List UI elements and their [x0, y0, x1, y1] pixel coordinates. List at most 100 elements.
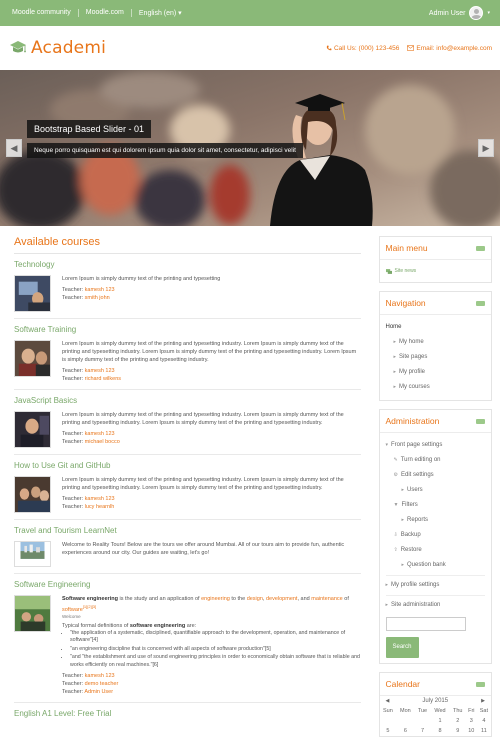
course-title[interactable]: Technology [14, 260, 361, 269]
block-main-menu: Main menu Site news [378, 236, 492, 283]
course-title[interactable]: Software Training [14, 325, 361, 334]
caret-icon: ▸ [393, 384, 397, 390]
course-thumbnail[interactable] [14, 411, 51, 448]
admin-restore[interactable]: ⇧ Restore [386, 543, 486, 558]
wiki-link[interactable]: engineering [201, 596, 230, 602]
slide-caption: Neque porro quisquam est qui dolorem ips… [27, 143, 303, 158]
course-teachers: Teacher: kamesh 123 Teacher: michael boc… [62, 431, 120, 445]
admin-turn-editing-on[interactable]: ✎ Turn editing on [386, 453, 486, 468]
forum-icon [385, 268, 392, 274]
slider-next-button[interactable]: ▶ [478, 139, 494, 157]
teacher-link[interactable]: smith john [85, 295, 110, 301]
link-moodle-community[interactable]: Moodle community [10, 9, 79, 17]
nav-site-pages[interactable]: ▸ Site pages [386, 350, 486, 365]
nav-my-courses[interactable]: ▸ My courses [386, 380, 486, 395]
course-thumbnail[interactable] [14, 595, 51, 632]
user-name: Admin User [428, 9, 466, 17]
course-item: JavaScript Basics Lorem Ipsum is simply … [14, 396, 361, 455]
user-menu[interactable]: Admin User ▾ [429, 6, 490, 20]
course-summary: Welcome to Reality Tours! Below are the … [62, 542, 345, 556]
block-collapse-icon[interactable] [476, 681, 485, 687]
site-logo[interactable]: Academi [8, 38, 106, 58]
top-nav: Moodle community Moodle.com English (en)… [10, 9, 189, 17]
course-teachers: Teacher: kamesh 123 Teacher: lucy hearnl… [62, 496, 115, 510]
admin-front-page-settings[interactable]: ▾ Front page settings [386, 438, 486, 453]
course-item: Technology Lorem Ipsum is simply dummy t… [14, 260, 361, 319]
nav-my-profile[interactable]: ▸ My profile [386, 365, 486, 380]
admin-backup[interactable]: ⇩ Backup [386, 528, 486, 543]
phone-icon [326, 45, 332, 51]
phone-contact: Call Us: (000) 123-456 [326, 45, 399, 52]
teacher-link[interactable]: kamesh 123 [85, 287, 115, 293]
block-administration: Administration ▾ Front page settings ✎ Tur… [378, 409, 492, 664]
admin-filters[interactable]: ▼ Filters [386, 498, 486, 513]
teacher-link[interactable]: michael bocco [85, 439, 120, 445]
restore-icon: ⇧ [393, 547, 398, 553]
chevron-left-icon: ◀ [10, 142, 18, 153]
teacher-link[interactable]: Admin User [84, 689, 113, 695]
main-area: Available courses Technology Lorem Ipsum… [0, 226, 500, 745]
caret-icon: ▸ [401, 562, 405, 568]
section-title: Available courses [14, 236, 361, 254]
admin-question-bank[interactable]: ▸ Question bank [386, 558, 486, 573]
course-thumbnail[interactable] [14, 541, 51, 567]
site-news-link[interactable]: Site news [385, 265, 486, 277]
wiki-link[interactable]: maintenance [311, 596, 343, 602]
gear-icon: ⚙ [393, 472, 398, 478]
contact-info: Call Us: (000) 123-456 Email: info@examp… [326, 45, 492, 52]
block-collapse-icon[interactable] [476, 300, 485, 306]
teacher-link[interactable]: kamesh 123 [85, 368, 115, 374]
course-teachers: Teacher: kamesh 123 Teacher: smith john [62, 287, 115, 301]
block-title: Main menu [385, 243, 428, 253]
admin-edit-settings[interactable]: ⚙ Edit settings [386, 468, 486, 483]
teacher-link[interactable]: kamesh 123 [85, 431, 115, 437]
block-collapse-icon[interactable] [476, 418, 485, 424]
link-moodle-com[interactable]: Moodle.com [79, 9, 132, 17]
nav-home[interactable]: Home [386, 320, 486, 335]
chevron-down-icon: ▾ [487, 10, 490, 16]
avatar [469, 6, 484, 20]
course-title[interactable]: JavaScript Basics [14, 396, 361, 405]
course-thumbnail[interactable] [14, 476, 51, 513]
course-thumbnail[interactable] [14, 275, 51, 312]
course-title[interactable]: Software Engineering [14, 580, 361, 589]
nav-my-home[interactable]: ▸ My home [386, 335, 486, 350]
course-item: How to Use Git and GitHub Lorem Ipsum is… [14, 461, 361, 520]
site-header: Academi Call Us: (000) 123-456 Email: in… [0, 26, 500, 70]
course-thumbnail[interactable] [14, 340, 51, 377]
calendar-month: July 2015 [422, 698, 449, 704]
block-collapse-icon[interactable] [476, 245, 485, 251]
admin-users[interactable]: ▸ Users [386, 483, 486, 498]
filter-icon: ▼ [393, 502, 399, 508]
teacher-link[interactable]: richard wilkens [85, 376, 121, 382]
admin-site-administration[interactable]: ▸ Site administration [386, 598, 486, 613]
course-title[interactable]: Travel and Tourism LearnNet [14, 526, 361, 535]
teacher-link[interactable]: kamesh 123 [85, 496, 115, 502]
admin-reports[interactable]: ▸ Reports [386, 513, 486, 528]
teacher-link[interactable]: demo teacher [85, 681, 119, 687]
list-item: "an engineering discipline that is conce… [70, 646, 361, 654]
language-selector[interactable]: English (en) ▾ [132, 9, 189, 17]
wiki-link[interactable]: development [266, 596, 298, 602]
course-summary: Lorem Ipsum is simply dummy text of the … [62, 341, 357, 363]
definitions-list: "the application of a systematic, discip… [70, 630, 361, 670]
teacher-link[interactable]: lucy hearnlh [85, 504, 115, 510]
calendar-prev-button[interactable]: ◀ [386, 698, 390, 704]
admin-search-input[interactable] [385, 617, 466, 631]
reference-link[interactable]: [1][2][3] [83, 604, 96, 609]
caret-icon: ▸ [385, 582, 389, 588]
email-label: Email: info@example.com [416, 44, 492, 52]
search-button[interactable]: Search [385, 637, 419, 658]
block-title: Administration [385, 416, 440, 426]
caret-icon: ▸ [401, 487, 405, 493]
course-title[interactable]: English A1 Level: Free Trial [14, 709, 361, 718]
course-title[interactable]: How to Use Git and GitHub [14, 461, 361, 470]
calendar-next-button[interactable]: ▶ [481, 698, 485, 704]
admin-my-profile-settings[interactable]: ▸ My profile settings [386, 578, 486, 593]
wiki-link[interactable]: software [62, 607, 83, 613]
teacher-link[interactable]: kamesh 123 [85, 673, 115, 679]
phone-label: Call Us: (000) 123-456 [333, 44, 400, 52]
slider-prev-button[interactable]: ◀ [6, 139, 22, 157]
wiki-link[interactable]: design [247, 596, 263, 602]
calendar-table: Sun Mon Tue Wed Thu Fri Sat 1 2 3 4 5 6 … [382, 708, 489, 734]
